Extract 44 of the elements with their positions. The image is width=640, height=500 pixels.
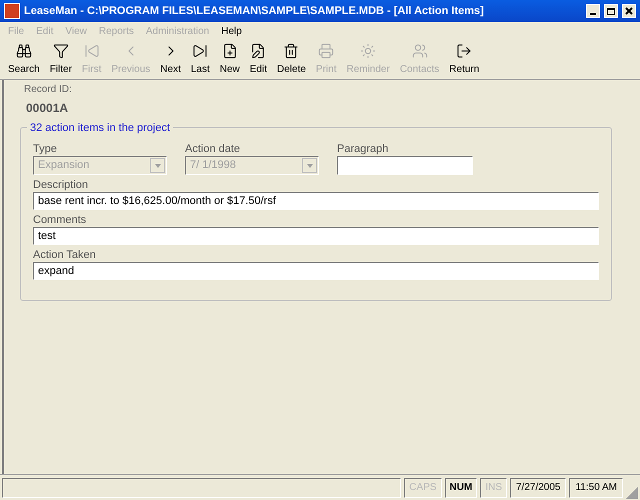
field-label: Action date [185,142,242,156]
toolbar-button[interactable]: Delete [273,43,310,79]
close-button[interactable] [622,4,636,18]
toolbar-button[interactable]: Edit [246,43,271,79]
toolbar-button[interactable]: Filter [46,43,76,79]
paragraph-field[interactable] [337,156,473,175]
record-id-label: Record ID: [24,83,73,97]
field-label: Paragraph [337,142,390,156]
printer-icon [318,43,334,59]
funnel-icon [52,43,69,59]
toolbar-button[interactable]: Search [4,43,44,79]
comments-field[interactable]: test [33,227,599,245]
description-field[interactable]: base rent incr. to $16,625.00/month or $17.50/rsf [33,192,599,210]
field-label: Type [33,142,58,156]
record-id-value: 00001A [26,100,70,117]
minimize-button[interactable] [586,4,600,18]
people-icon [412,43,428,59]
new-document-icon [222,43,238,59]
status-time: 11:50 AM [569,478,623,498]
maximize-button[interactable] [604,4,618,18]
group-title: 32 action items in the project [27,120,174,136]
dropdown-value: Expansion [37,158,90,174]
toolbar-button[interactable]: Return [445,43,484,79]
toolbar-button[interactable]: Next [156,43,185,79]
binoculars-icon [16,43,32,59]
skip-forward-icon [192,43,208,59]
window-title: LeaseMan - C:\PROGRAM FILES\LEASEMAN\SAMPLE\SAMPLE.MDB - [All Action Items] [24,4,485,19]
field-label: Comments [33,213,88,227]
sun-icon [360,43,376,59]
exit-door-icon [456,43,472,59]
trash-icon [283,43,300,59]
field-label: Description [33,178,90,192]
toolbar-button[interactable]: Last [186,43,214,79]
dropdown-value: 7/ 1/1998 [189,158,237,174]
skip-back-icon [84,43,100,59]
field-label: Action Taken [33,248,97,262]
toolbar-button[interactable]: New [216,43,244,79]
status-date: 7/27/2005 [510,478,566,498]
status-indicator: NUM [444,478,478,498]
resize-grip-icon[interactable] [626,487,638,499]
edit-document-icon [250,43,266,59]
action-taken-field[interactable]: expand [33,262,599,280]
app-icon [4,3,20,19]
menu-item[interactable]: Help [221,24,242,38]
